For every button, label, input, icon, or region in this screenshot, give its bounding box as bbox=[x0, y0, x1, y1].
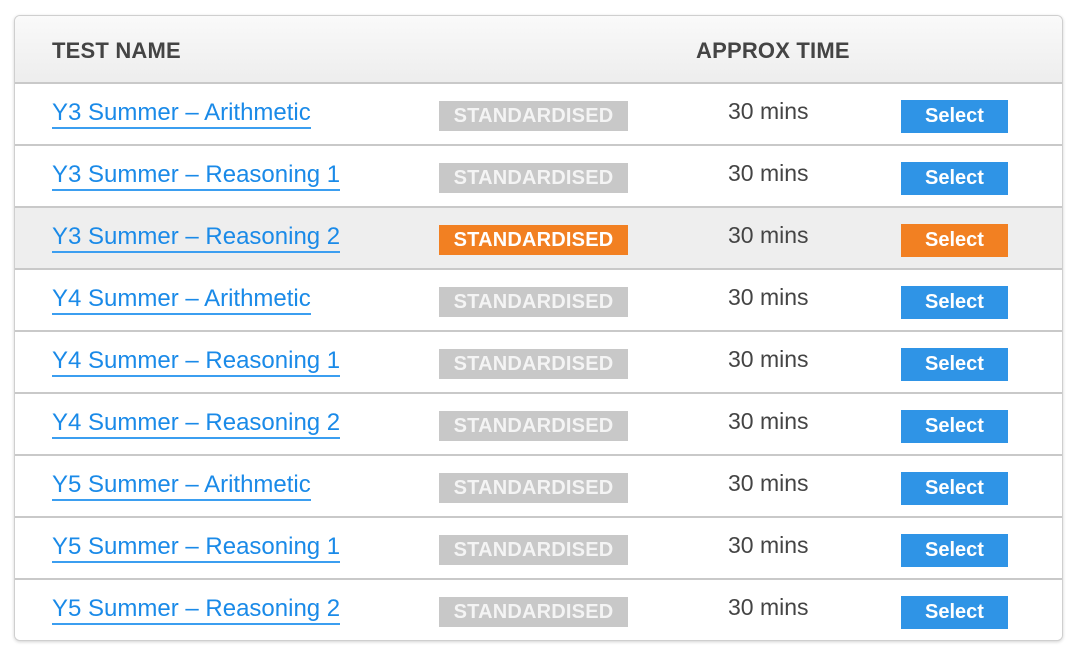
approx-time: 30 mins bbox=[728, 346, 809, 372]
standardised-badge: STANDARDISED bbox=[439, 163, 628, 193]
standardised-badge: STANDARDISED bbox=[439, 225, 628, 255]
test-name-link[interactable]: Y3 Summer – Reasoning 1 bbox=[52, 162, 341, 191]
select-button[interactable]: Select bbox=[901, 534, 1008, 567]
test-name-link[interactable]: Y5 Summer – Arithmetic bbox=[52, 472, 311, 501]
column-header-test-name: TEST NAME bbox=[52, 38, 181, 63]
select-button[interactable]: Select bbox=[901, 472, 1008, 505]
table-row: Y4 Summer – Reasoning 2 STANDARDISED 30 … bbox=[15, 394, 1062, 456]
standardised-badge: STANDARDISED bbox=[439, 473, 628, 503]
select-button[interactable]: Select bbox=[901, 410, 1008, 443]
approx-time: 30 mins bbox=[728, 594, 809, 620]
select-button[interactable]: Select bbox=[901, 596, 1008, 629]
standardised-badge: STANDARDISED bbox=[439, 597, 628, 627]
test-name-link[interactable]: Y3 Summer – Reasoning 2 bbox=[52, 224, 341, 253]
approx-time: 30 mins bbox=[728, 532, 809, 558]
test-name-link[interactable]: Y5 Summer – Reasoning 2 bbox=[52, 596, 341, 625]
select-button[interactable]: Select bbox=[901, 162, 1008, 195]
approx-time: 30 mins bbox=[728, 284, 809, 310]
standardised-badge: STANDARDISED bbox=[439, 411, 628, 441]
standardised-badge: STANDARDISED bbox=[439, 287, 628, 317]
test-list-table: TEST NAME APPROX TIME Y3 Summer – Arithm… bbox=[14, 15, 1063, 641]
table-row: Y5 Summer – Reasoning 1 STANDARDISED 30 … bbox=[15, 518, 1062, 580]
test-name-link[interactable]: Y3 Summer – Arithmetic bbox=[52, 100, 311, 129]
test-name-link[interactable]: Y5 Summer – Reasoning 1 bbox=[52, 534, 341, 563]
test-name-link[interactable]: Y4 Summer – Arithmetic bbox=[52, 286, 311, 315]
table-row: Y4 Summer – Reasoning 1 STANDARDISED 30 … bbox=[15, 332, 1062, 394]
approx-time: 30 mins bbox=[728, 160, 809, 186]
table-row: Y4 Summer – Arithmetic STANDARDISED 30 m… bbox=[15, 270, 1062, 332]
select-button[interactable]: Select bbox=[901, 224, 1008, 257]
standardised-badge: STANDARDISED bbox=[439, 349, 628, 379]
standardised-badge: STANDARDISED bbox=[439, 101, 628, 131]
approx-time: 30 mins bbox=[728, 470, 809, 496]
approx-time: 30 mins bbox=[728, 408, 809, 434]
table-row: Y3 Summer – Arithmetic STANDARDISED 30 m… bbox=[15, 84, 1062, 146]
table-header: TEST NAME APPROX TIME bbox=[15, 16, 1062, 84]
select-button[interactable]: Select bbox=[901, 286, 1008, 319]
table-row: Y5 Summer – Arithmetic STANDARDISED 30 m… bbox=[15, 456, 1062, 518]
select-button[interactable]: Select bbox=[901, 100, 1008, 133]
test-name-link[interactable]: Y4 Summer – Reasoning 1 bbox=[52, 348, 341, 377]
select-button[interactable]: Select bbox=[901, 348, 1008, 381]
table-row: Y5 Summer – Reasoning 2 STANDARDISED 30 … bbox=[15, 580, 1062, 640]
approx-time: 30 mins bbox=[728, 98, 809, 124]
approx-time: 30 mins bbox=[728, 222, 809, 248]
test-name-link[interactable]: Y4 Summer – Reasoning 2 bbox=[52, 410, 341, 439]
table-row: Y3 Summer – Reasoning 1 STANDARDISED 30 … bbox=[15, 146, 1062, 208]
column-header-approx-time: APPROX TIME bbox=[696, 38, 850, 63]
standardised-badge: STANDARDISED bbox=[439, 535, 628, 565]
table-row-highlighted: Y3 Summer – Reasoning 2 STANDARDISED 30 … bbox=[15, 208, 1062, 270]
